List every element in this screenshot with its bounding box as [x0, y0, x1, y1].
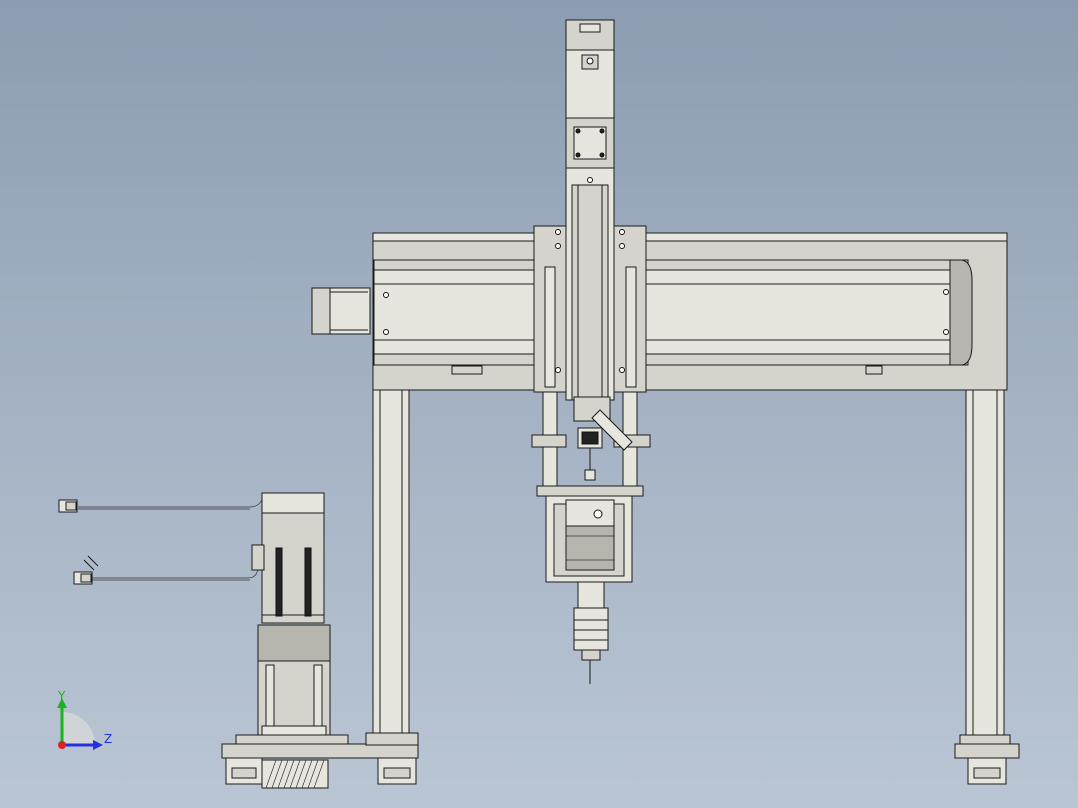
axis-triad: Y Z: [57, 689, 112, 750]
gantry-assembly-drawing: Y Z: [57, 19, 1020, 789]
right-leg: [965, 389, 1005, 736]
spindle-motor: [565, 525, 615, 571]
left-leg: [372, 389, 410, 736]
gantry-frame: [372, 232, 1008, 391]
z-axis-label: Z: [104, 732, 112, 746]
x-axis-dot: [58, 741, 66, 749]
right-base: [954, 734, 1020, 785]
y-axis-label: Y: [57, 689, 66, 703]
cables: [58, 499, 263, 585]
guide-rods: [531, 391, 651, 497]
tool-holder: [573, 607, 609, 651]
spindle-assembly: [545, 495, 633, 684]
z-axis: [565, 19, 615, 401]
beam-motor: [311, 287, 371, 335]
cad-viewport[interactable]: Y Z: [0, 0, 1078, 808]
cross-beam: [373, 259, 969, 366]
